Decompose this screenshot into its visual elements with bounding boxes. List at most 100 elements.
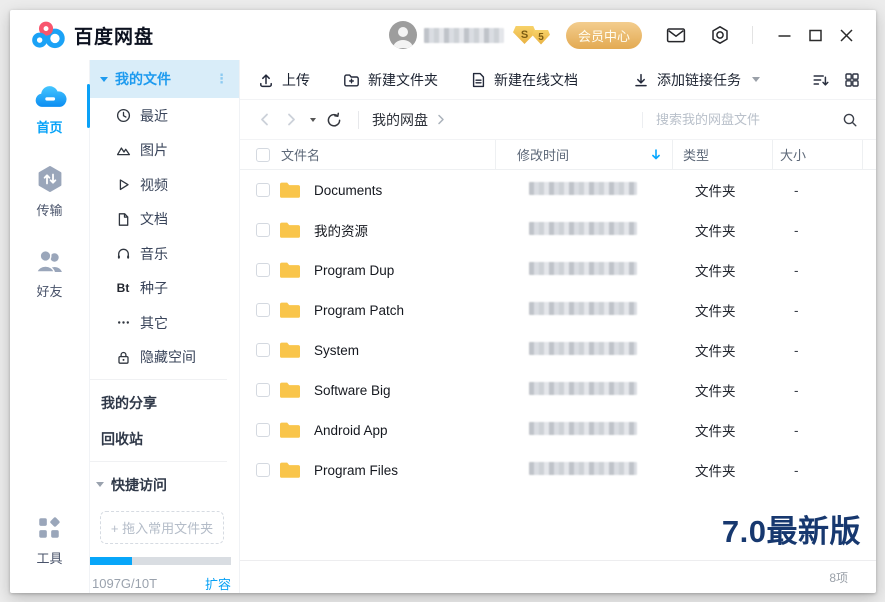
rail-label-home: 首页: [36, 117, 62, 136]
table-row[interactable]: Documents 文件夹 -: [240, 170, 876, 210]
titlebar-divider: [752, 26, 753, 44]
sidebar-item-recent[interactable]: 最近: [90, 98, 239, 133]
rail-item-home[interactable]: 首页: [33, 84, 67, 136]
history-caret-icon[interactable]: [310, 118, 316, 122]
rail-label-friends: 好友: [36, 281, 62, 300]
sidebar-item-my-files[interactable]: 我的文件 ⋮: [90, 60, 239, 98]
new-folder-button[interactable]: 新建文件夹: [343, 70, 438, 90]
folder-icon: [278, 340, 302, 360]
close-button[interactable]: [831, 25, 862, 46]
modified-header-label: 修改时间: [517, 145, 569, 164]
row-checkbox[interactable]: [256, 463, 270, 477]
search-input[interactable]: [656, 112, 842, 127]
rail-item-friends[interactable]: 好友: [35, 248, 65, 300]
row-checkbox[interactable]: [256, 383, 270, 397]
sidebar-label-pictures: 图片: [140, 140, 168, 160]
back-button[interactable]: [258, 112, 272, 127]
column-header-size[interactable]: 大小: [772, 140, 863, 169]
file-name: Software Big: [314, 383, 508, 398]
row-checkbox[interactable]: [256, 183, 270, 197]
mail-icon[interactable]: [666, 26, 686, 44]
headphones-icon: [115, 246, 131, 261]
row-checkbox[interactable]: [256, 303, 270, 317]
table-row[interactable]: System 文件夹 -: [240, 330, 876, 370]
titlebar: 百度网盘 S 5 会员中心: [10, 10, 876, 60]
sidebar-divider: [90, 379, 227, 380]
file-type: 文件夹: [685, 180, 785, 200]
drop-folder-zone[interactable]: + 拖入常用文件夹: [100, 511, 224, 545]
upload-label: 上传: [282, 70, 310, 90]
sort-order-button[interactable]: [812, 72, 829, 88]
upload-button[interactable]: 上传: [258, 70, 310, 90]
picture-icon: [115, 143, 131, 158]
file-type: 文件夹: [685, 220, 785, 240]
minimize-button[interactable]: [769, 25, 800, 46]
file-type: 文件夹: [685, 420, 785, 440]
refresh-button[interactable]: [326, 112, 342, 128]
column-header-name[interactable]: 文件名: [270, 140, 495, 169]
file-size: -: [785, 263, 876, 278]
icon-rail: 首页 传输 好友: [10, 60, 90, 593]
settings-icon[interactable]: [710, 25, 730, 45]
search-icon[interactable]: [842, 112, 860, 128]
breadcrumb[interactable]: 我的网盘: [372, 110, 445, 130]
sidebar-item-videos[interactable]: 视频: [90, 167, 239, 202]
search-box: [642, 112, 860, 128]
expand-storage-link[interactable]: 扩容: [205, 574, 231, 593]
chevron-down-icon: [752, 77, 760, 82]
sidebar-item-music[interactable]: 音乐: [90, 236, 239, 271]
sidebar-item-hidden-space[interactable]: 隐藏空间: [90, 340, 239, 375]
sidebar-item-other[interactable]: 其它: [90, 305, 239, 340]
sidebar-item-pictures[interactable]: 图片: [90, 133, 239, 168]
file-type: 文件夹: [685, 340, 785, 360]
forward-button[interactable]: [284, 112, 298, 127]
select-all-checkbox[interactable]: [256, 148, 270, 162]
file-name: System: [314, 343, 508, 358]
sidebar-item-documents[interactable]: 文档: [90, 202, 239, 237]
transfer-icon: [36, 165, 64, 193]
column-header-type[interactable]: 类型: [672, 140, 772, 169]
new-folder-label: 新建文件夹: [368, 70, 438, 90]
toolbar: 上传 新建文件夹 新建在线文档: [240, 60, 876, 100]
breadcrumb-my-netdisk[interactable]: 我的网盘: [372, 110, 428, 130]
rail-item-tools[interactable]: 工具: [36, 515, 62, 567]
table-row[interactable]: Program Dup 文件夹 -: [240, 250, 876, 290]
grid-view-button[interactable]: [844, 72, 860, 88]
table-row[interactable]: Android App 文件夹 -: [240, 410, 876, 450]
navbar-divider: [358, 111, 359, 129]
rail-item-transfer[interactable]: 传输: [36, 165, 64, 219]
column-header-modified[interactable]: 修改时间: [495, 140, 672, 169]
table-row[interactable]: Program Files 文件夹 -: [240, 450, 876, 490]
avatar[interactable]: [389, 21, 417, 49]
folder-icon: [278, 460, 302, 480]
bt-icon: Bt: [115, 281, 131, 295]
sidebar-item-recycle-bin[interactable]: 回收站: [90, 421, 239, 456]
table-row[interactable]: Program Patch 文件夹 -: [240, 290, 876, 330]
sidebar-label-hidden-space: 隐藏空间: [140, 347, 196, 367]
chevron-right-icon: [437, 114, 445, 125]
storage-progress-fill: [90, 557, 132, 565]
folder-icon: [278, 300, 302, 320]
column-header-spacer: [863, 140, 876, 169]
sidebar-label-recent: 最近: [140, 106, 168, 126]
document-icon: [115, 212, 131, 227]
more-menu-icon[interactable]: ⋮: [215, 71, 228, 87]
table-row[interactable]: Software Big 文件夹 -: [240, 370, 876, 410]
person-icon: [389, 21, 417, 49]
row-checkbox[interactable]: [256, 343, 270, 357]
vip-badges[interactable]: S 5: [513, 26, 550, 44]
row-checkbox[interactable]: [256, 423, 270, 437]
row-checkbox[interactable]: [256, 223, 270, 237]
sidebar-item-bt-seeds[interactable]: Bt 种子: [90, 271, 239, 306]
maximize-button[interactable]: [800, 25, 831, 46]
file-name: Program Files: [314, 463, 508, 478]
sidebar-item-quick-access[interactable]: 快捷访问: [90, 467, 239, 502]
add-link-task-button[interactable]: 添加链接任务: [633, 70, 760, 90]
row-checkbox[interactable]: [256, 263, 270, 277]
storage-progress-bar: [90, 557, 231, 565]
sidebar-item-my-shares[interactable]: 我的分享: [90, 385, 239, 420]
table-row[interactable]: 我的资源 文件夹 -: [240, 210, 876, 250]
member-center-button[interactable]: 会员中心: [566, 22, 642, 49]
sort-descending-icon[interactable]: [650, 148, 662, 161]
new-online-doc-button[interactable]: 新建在线文档: [471, 70, 578, 90]
